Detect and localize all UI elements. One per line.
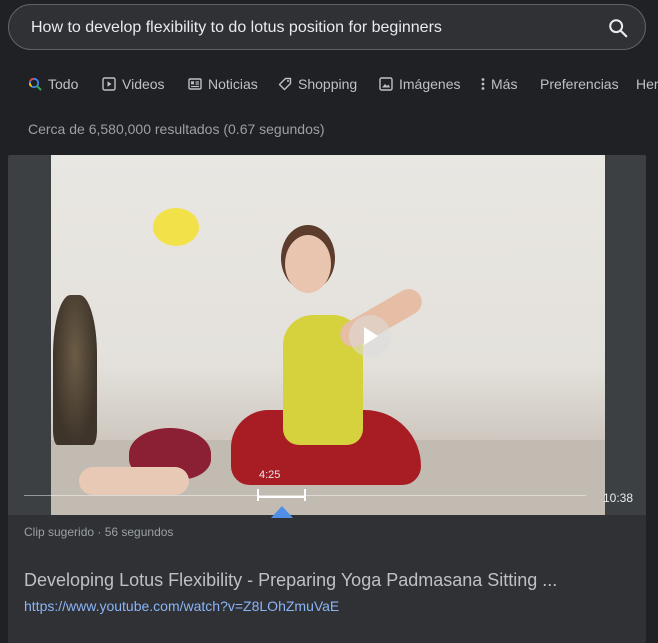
video-player[interactable]: 4:25 10:38 <box>8 155 646 518</box>
video-duration: 10:38 <box>603 491 634 505</box>
tab-label: Noticias <box>208 76 258 92</box>
video-thumbnail[interactable] <box>51 155 605 515</box>
tab-herramientas[interactable]: Her <box>636 76 658 92</box>
tab-mas[interactable]: Más <box>480 76 517 92</box>
play-button[interactable] <box>349 315 391 357</box>
tag-icon <box>278 77 292 91</box>
tab-label: Shopping <box>298 76 358 92</box>
search-input[interactable] <box>29 5 593 51</box>
clip-end-handle <box>304 489 306 501</box>
thumbnail-statue <box>53 295 97 445</box>
clip-marker-icon <box>271 506 293 518</box>
video-url[interactable]: https://www.youtube.com/watch?v=Z8LOhZmu… <box>24 598 339 614</box>
more-vertical-icon <box>481 78 485 90</box>
tab-shopping[interactable]: Shopping <box>278 76 357 92</box>
tab-imagenes[interactable]: Imágenes <box>379 76 460 92</box>
search-icon[interactable] <box>607 17 629 39</box>
tab-todo[interactable]: Todo <box>28 76 78 92</box>
video-icon <box>102 77 116 91</box>
video-result-card: 4:25 10:38 Clip sugerido · 56 segundos D… <box>8 155 646 643</box>
tab-label: Imágenes <box>399 76 461 92</box>
thumbnail-head <box>285 235 331 293</box>
clip-label: Clip sugerido · 56 segundos <box>24 525 174 539</box>
tab-label: Preferencias <box>540 76 619 92</box>
search-bar[interactable] <box>8 4 646 51</box>
clip-range <box>258 496 306 498</box>
thumbnail-foot <box>79 467 189 495</box>
clip-start-time: 4:25 <box>259 469 281 481</box>
tab-label: Her <box>636 76 658 92</box>
clip-start-handle <box>257 489 259 501</box>
tab-preferencias[interactable]: Preferencias <box>540 76 619 92</box>
news-icon <box>188 78 202 90</box>
tab-noticias[interactable]: Noticias <box>188 76 258 92</box>
results-count: Cerca de 6,580,000 resultados (0.67 segu… <box>28 121 325 137</box>
tab-label: Videos <box>122 76 165 92</box>
video-title-link[interactable]: Developing Lotus Flexibility - Preparing… <box>24 570 634 591</box>
tab-label: Todo <box>48 76 79 92</box>
search-icon <box>28 77 42 91</box>
image-icon <box>379 77 393 91</box>
play-icon <box>364 327 378 345</box>
tab-videos[interactable]: Videos <box>102 76 165 92</box>
thumbnail-sticker <box>153 208 199 246</box>
tab-label: Más <box>491 76 518 92</box>
